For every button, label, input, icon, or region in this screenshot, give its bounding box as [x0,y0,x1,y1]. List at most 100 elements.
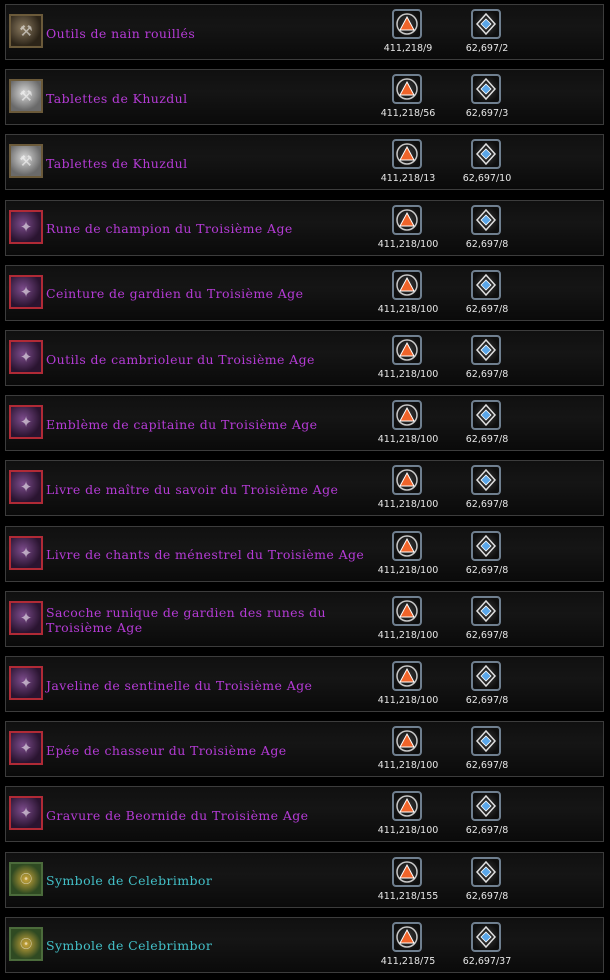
diamond-currency-cost: 62,697/8 [446,791,528,839]
triangle-currency-icon[interactable] [392,661,422,691]
item-glyph: ✦ [19,348,33,366]
item-name: Symbole de Celebrimbor [46,853,376,909]
item-name: Tablettes de Khuzdul [46,135,376,191]
triangle-currency-icon[interactable] [392,791,422,822]
item-row[interactable]: ✦ Emblème de capitaine du Troisième Age 41… [5,395,604,452]
item-row[interactable]: ✦ Sacoche runique de gardien des runes du… [5,590,604,647]
item-name-text: Symbole de Celebrimbor [46,938,213,954]
item-name-text: Livre de maître du savoir du Troisième A… [46,481,339,497]
item-name: Outils de cambrioleur du Troisième Age [46,331,376,387]
item-row[interactable]: ✦ Epée de chasseur du Troisième Age 411,21… [5,721,604,778]
cost-value: 411,218/100 [377,760,439,772]
item-name-text: Emblème de capitaine du Troisième Age [46,416,318,432]
cost-value: 62,697/8 [465,434,509,446]
diamond-currency-icon[interactable] [471,465,501,496]
cost-value: 411,218/100 [377,695,439,706]
item-name: Rune de champion du Troisième Age [46,201,376,257]
burglar-tools-icon[interactable]: ✦ [9,340,43,374]
cost-value: 62,697/8 [465,695,509,706]
triangle-currency-icon[interactable] [392,9,422,39]
item-row[interactable]: ⚒ Tablettes de Khuzdul 411,218/13 62,697/10 [5,134,604,191]
triangle-currency-icon[interactable] [392,335,422,365]
item-name-text: Outils de cambrioleur du Troisième Age [46,351,315,367]
diamond-currency-cost: 62,697/37 [446,921,528,970]
stone-tablet-icon[interactable]: ⚒ [9,79,43,114]
diamond-currency-icon[interactable] [471,791,501,822]
celebrimbor-symbol-icon[interactable]: ☉ [9,861,43,896]
diamond-currency-icon[interactable] [471,856,501,887]
triangle-currency-icon[interactable] [392,530,422,561]
diamond-currency-icon[interactable] [471,9,501,39]
minstrel-songbook-icon[interactable]: ✦ [9,535,43,570]
cost-value: 62,697/8 [465,890,509,902]
item-row[interactable]: ☉ Symbole de Celebrimbor 411,218/75 62,697/… [5,916,604,974]
item-row[interactable]: ✦ Javeline de sentinelle du Troisième Age… [5,656,604,712]
item-name: Epée de chasseur du Troisième Age [46,722,376,778]
diamond-currency-cost: 62,697/8 [446,530,528,579]
diamond-currency-icon[interactable] [471,595,501,626]
item-name: Symbole de Celebrimbor [46,918,376,974]
lore-master-book-icon[interactable]: ✦ [9,470,43,505]
triangle-currency-icon[interactable] [392,74,422,105]
cost-value: 411,218/100 [377,629,439,641]
diamond-currency-icon[interactable] [471,661,501,691]
triangle-currency-icon[interactable] [392,269,422,300]
hunter-sword-icon[interactable]: ✦ [9,731,43,766]
item-name: Ceinture de gardien du Troisième Age [46,266,376,322]
triangle-currency-icon[interactable] [392,726,422,757]
cost-value: 62,697/8 [465,825,509,837]
triangle-currency-cost: 411,218/100 [367,726,449,774]
diamond-currency-cost: 62,697/8 [446,595,528,644]
item-glyph: ✦ [19,478,33,497]
item-row[interactable]: ✦ Livre de chants de ménestrel du Troisiè… [5,525,604,582]
item-name-text: Symbole de Celebrimbor [46,873,213,889]
dwarf-tools-icon[interactable]: ⚒ [9,14,43,48]
item-name: Tablettes de Khuzdul [46,70,376,126]
triangle-currency-icon[interactable] [392,856,422,887]
item-row[interactable]: ✦ Gravure de Beornide du Troisième Age 411… [5,786,604,843]
diamond-currency-icon[interactable] [471,204,501,235]
triangle-currency-icon[interactable] [392,921,422,952]
warden-javelin-icon[interactable]: ✦ [9,666,43,700]
diamond-currency-icon[interactable] [471,74,501,105]
cost-value: 62,697/8 [465,760,509,772]
item-row[interactable]: ✦ Livre de maître du savoir du Troisième … [5,460,604,517]
runekeeper-satchel-icon[interactable]: ✦ [9,600,43,635]
triangle-currency-cost: 411,218/9 [367,9,449,57]
triangle-currency-cost: 411,218/100 [367,595,449,644]
diamond-currency-icon[interactable] [471,335,501,365]
celebrimbor-symbol-icon[interactable]: ☉ [9,926,43,961]
diamond-currency-icon[interactable] [471,921,501,952]
item-row[interactable]: ✦ Rune de champion du Troisième Age 411,21… [5,199,604,257]
triangle-currency-icon[interactable] [392,465,422,496]
triangle-currency-icon[interactable] [392,400,422,431]
diamond-currency-icon[interactable] [471,139,501,170]
triangle-currency-cost: 411,218/100 [367,204,449,253]
item-row[interactable]: ✦ Ceinture de gardien du Troisième Age 411… [5,264,604,322]
captain-emblem-icon[interactable]: ✦ [9,405,43,440]
item-row[interactable]: ☉ Symbole de Celebrimbor 411,218/155 62,697… [5,851,604,909]
beorning-carving-icon[interactable]: ✦ [9,796,43,831]
champion-rune-icon[interactable]: ✦ [9,209,43,244]
diamond-currency-icon[interactable] [471,269,501,300]
cost-value: 62,697/8 [465,564,509,576]
stone-tablet-icon[interactable]: ⚒ [9,144,43,179]
diamond-currency-icon[interactable] [471,530,501,561]
diamond-currency-cost: 62,697/8 [446,400,528,448]
triangle-currency-cost: 411,218/100 [367,465,449,513]
triangle-currency-icon[interactable] [392,204,422,235]
diamond-currency-icon[interactable] [471,400,501,431]
cost-value: 411,218/155 [377,890,439,902]
cost-value: 411,218/100 [377,499,439,511]
guardian-belt-icon[interactable]: ✦ [9,274,43,309]
triangle-currency-icon[interactable] [392,595,422,626]
item-row[interactable]: ⚒ Outils de nain rouillés 411,218/9 62,697/… [5,4,604,60]
cost-value: 62,697/8 [465,499,509,511]
item-row[interactable]: ✦ Outils de cambrioleur du Troisième Age 4… [5,330,604,386]
item-name-text: Tablettes de Khuzdul [46,90,188,106]
diamond-currency-cost: 62,697/8 [446,465,528,513]
diamond-currency-icon[interactable] [471,726,501,757]
triangle-currency-cost: 411,218/100 [367,530,449,579]
item-row[interactable]: ⚒ Tablettes de Khuzdul 411,218/56 62,697/3 [5,69,604,126]
triangle-currency-icon[interactable] [392,139,422,170]
